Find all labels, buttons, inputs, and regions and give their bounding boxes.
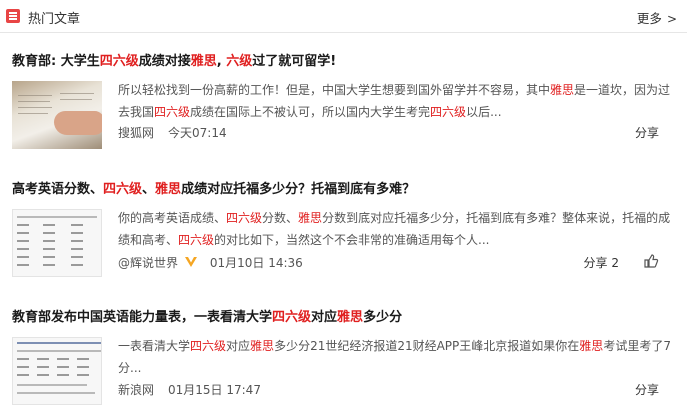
text-segment: 高考英语分数、 [12,182,104,197]
text-segment: 以后... [466,105,502,119]
text-segment: 多少分 [363,310,403,325]
highlight-keyword: 雅思 [579,339,604,353]
highlight-keyword: 四六级 [272,310,312,325]
verified-v-icon [184,257,197,267]
highlight-keyword: 四六级 [190,339,227,353]
article-thumbnail[interactable] [12,337,102,405]
article-meta: @辉说世界 01月10日 14:36 [118,254,303,271]
text-segment: 一表看清大学 [118,339,191,353]
highlight-keyword: 四六级 [178,233,215,247]
text-segment: 成绩在国际上不被认可，所以国内大学生考完 [190,105,431,119]
highlight-keyword: 六级 [226,54,253,69]
article-source[interactable]: @辉说世界 [118,256,178,270]
article-source[interactable]: 搜狐网 [118,126,154,140]
text-segment: 你的高考英语成绩、 [118,211,227,225]
text-segment: 多少分21世纪经济报道21财经APP王峰北京报道如果你在 [274,339,580,353]
article-item[interactable]: 高考英语分数、四六级、雅思成绩对应托福多少分？托福到底有多难？ 你的高考英语成绩… [0,178,687,278]
hot-articles-header: 热门文章 更多 > [0,0,687,33]
article-snippet: 一表看清大学四六级对应雅思多少分21世纪经济报道21财经APP王峰北京报道如果你… [118,335,673,379]
highlight-keyword: 雅思 [550,83,575,97]
text-segment: 所以轻松找到一份高薪的工作！但是，中国大学生想要到国外留学并不容易，其中 [118,83,551,97]
section-title: 热门文章 [28,12,81,27]
highlight-keyword: 四六级 [103,182,143,197]
article-snippet: 所以轻松找到一份高薪的工作！但是，中国大学生想要到国外留学并不容易，其中雅思是一… [118,79,673,123]
highlight-keyword: 四六级 [226,211,263,225]
highlight-keyword: 雅思 [298,211,323,225]
article-thumbnail[interactable] [12,81,102,149]
highlight-keyword: 雅思 [155,182,182,197]
text-segment: 教育部发布中国英语能力量表，一表看清大学 [12,310,273,325]
share-button[interactable]: 分享 2 [584,254,619,271]
text-segment: 成绩对应托福多少分？托福到底有多难？ [181,182,416,197]
chevron-right-icon: > [666,12,677,26]
text-segment: 对应 [226,339,251,353]
text-segment: 分数、 [262,211,299,225]
article-meta: 搜狐网 今天07:14 [118,124,227,141]
thumbs-up-icon[interactable] [643,253,659,269]
article-item[interactable]: 教育部: 大学生四六级成绩对接雅思, 六级过了就可留学! 所以轻松找到一份高薪的… [0,50,687,150]
text-segment: , [216,54,227,69]
more-label: 更多 [636,11,662,26]
article-time: 今天07:14 [168,126,227,140]
text-segment: 成绩对接 [138,54,191,69]
article-title[interactable]: 教育部: 大学生四六级成绩对接雅思, 六级过了就可留学! [12,50,336,69]
article-title[interactable]: 教育部发布中国英语能力量表，一表看清大学四六级对应雅思多少分 [12,306,402,325]
hot-articles-icon [6,9,20,23]
highlight-keyword: 雅思 [190,54,217,69]
article-time: 01月15日 17:47 [168,383,261,397]
highlight-keyword: 雅思 [250,339,275,353]
text-segment: 、 [142,182,156,197]
text-segment: 对应 [311,310,338,325]
article-thumbnail[interactable] [12,209,102,277]
share-button[interactable]: 分享 [635,381,659,398]
text-segment: 的对比如下，当然这个不会非常的准确适用每个人... [214,233,490,247]
article-source[interactable]: 新浪网 [118,383,154,397]
share-button[interactable]: 分享 [635,124,659,141]
article-snippet: 你的高考英语成绩、四六级分数、雅思分数到底对应托福多少分，托福到底有多难？整体来… [118,207,673,251]
article-meta: 新浪网 01月15日 17:47 [118,381,261,398]
text-segment: 教育部: 大学生 [12,54,100,69]
article-title[interactable]: 高考英语分数、四六级、雅思成绩对应托福多少分？托福到底有多难？ [12,178,415,197]
article-time: 01月10日 14:36 [209,256,303,270]
highlight-keyword: 雅思 [337,310,364,325]
highlight-keyword: 四六级 [430,105,467,119]
text-segment: 过了就可留学! [252,54,337,69]
hand-image [54,111,102,135]
more-link[interactable]: 更多 > [637,8,677,27]
highlight-keyword: 四六级 [154,105,191,119]
article-item[interactable]: 教育部发布中国英语能力量表，一表看清大学四六级对应雅思多少分 一表看清大学四六级… [0,306,687,406]
highlight-keyword: 四六级 [99,54,139,69]
